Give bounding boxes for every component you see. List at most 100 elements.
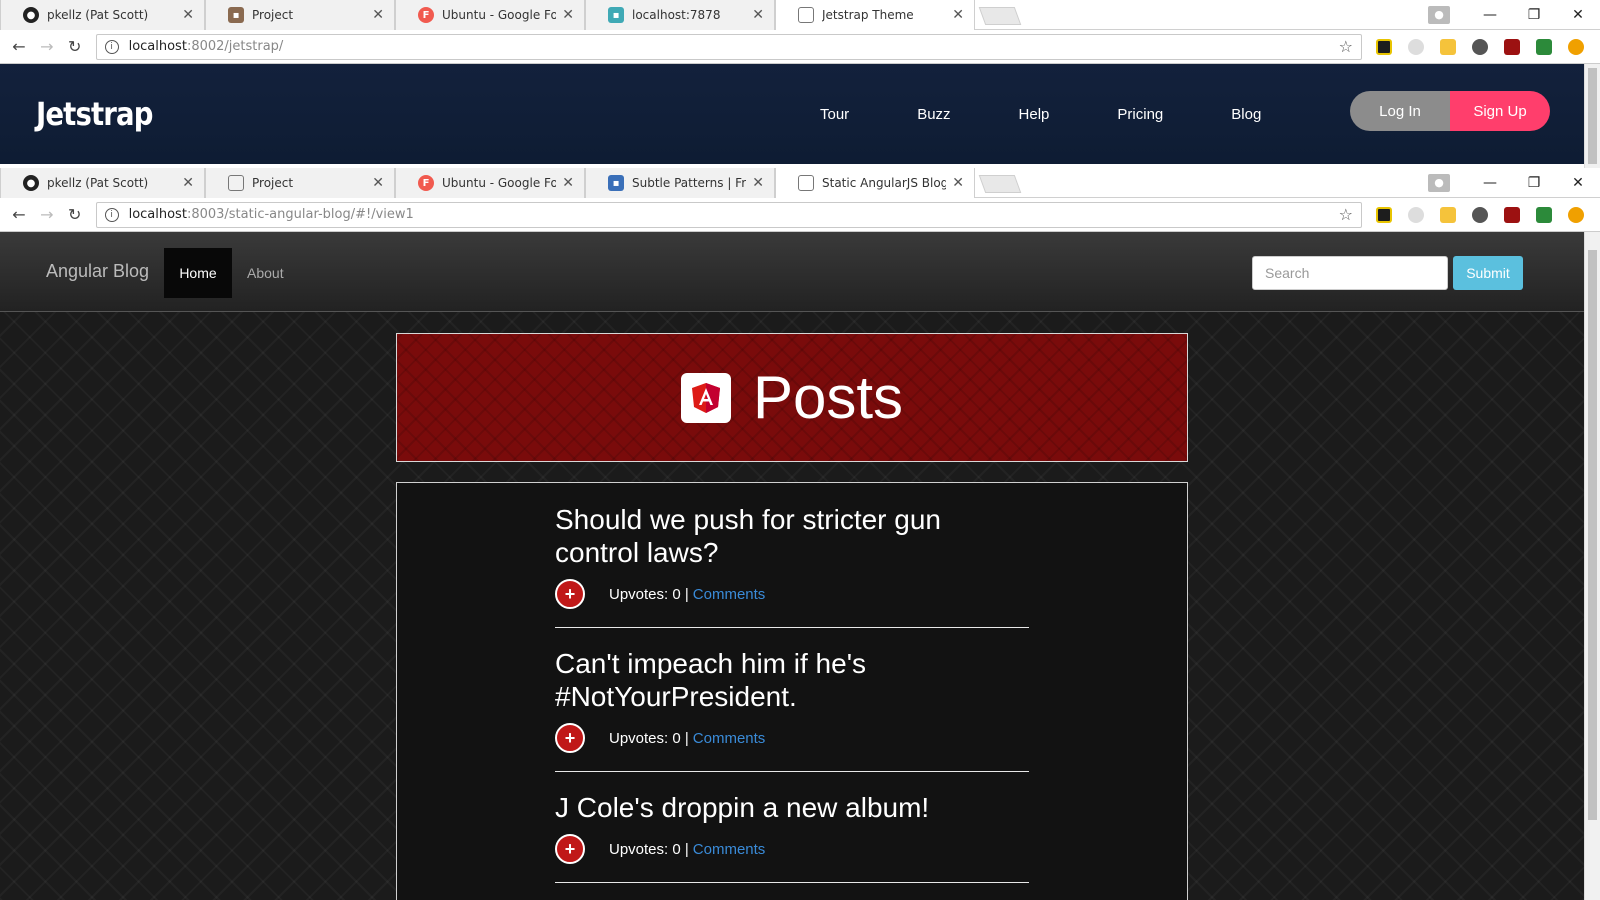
close-tab-icon[interactable]: ✕ [752,175,764,191]
blog-brand[interactable]: Angular Blog [46,261,149,282]
scrollbar[interactable] [1584,232,1600,900]
comments-link[interactable]: Comments [693,586,766,603]
back-arrow-icon[interactable]: ← [8,37,30,56]
tab-subtle-patterns[interactable]: ▪ Subtle Patterns | Free te ✕ [585,168,775,198]
scrollbar-thumb[interactable] [1588,68,1597,164]
post-meta: + Upvotes: 0 | Comments [555,723,1029,753]
user-profile-icon[interactable]: ● [1428,6,1450,24]
address-bar[interactable]: i localhost:8003/static-angular-blog/#!/… [95,201,1362,228]
close-tab-icon[interactable]: ✕ [372,175,384,191]
info-icon[interactable]: i [104,207,119,222]
search-input[interactable]: Search [1252,256,1448,290]
upvote-count: Upvotes: 0 | [609,585,689,603]
blog-navbar: Angular Blog Home About Search Submit [0,232,1584,312]
upvote-count: Upvotes: 0 | [609,729,689,747]
extension-icon[interactable] [1439,38,1456,55]
login-button[interactable]: Log In [1350,91,1450,131]
extension-icon[interactable] [1407,38,1424,55]
extension-icon[interactable] [1407,206,1424,223]
extension-icon[interactable] [1535,38,1552,55]
close-tab-icon[interactable]: ✕ [952,175,964,191]
post-item: J Cole's droppin a new album! + Upvotes:… [555,791,1029,883]
upvote-plus-icon[interactable]: + [555,579,585,609]
close-tab-icon[interactable]: ✕ [562,175,574,191]
jetstrap-logo[interactable]: Jetstrap [36,95,153,133]
user-profile-icon[interactable]: ● [1428,174,1450,192]
nav-blog[interactable]: Blog [1231,106,1261,123]
close-tab-icon[interactable]: ✕ [562,7,574,23]
nav-pricing[interactable]: Pricing [1117,106,1163,123]
info-icon[interactable]: i [104,39,119,54]
tab-project[interactable]: ▪ Project ✕ [205,0,395,30]
tab-github[interactable]: ● pkellz (Pat Scott) ✕ [0,0,205,30]
extension-icon[interactable] [1375,206,1392,223]
nav-home[interactable]: Home [164,248,232,298]
address-bar[interactable]: i localhost:8002/jetstrap/ ☆ [95,33,1362,60]
upvote-plus-icon[interactable]: + [555,834,585,864]
forward-arrow-icon[interactable]: → [36,205,58,224]
tab-strip: ● pkellz (Pat Scott) ✕ ▪ Project ✕ F Ubu… [0,0,1600,30]
tab-static-angular-blog[interactable]: Static AngularJS Blog ✕ [775,168,975,198]
tab-localhost-7878[interactable]: ▪ localhost:7878 ✕ [585,0,775,30]
github-icon: ● [23,175,39,191]
extension-icon[interactable] [1471,38,1488,55]
alert-icon[interactable] [1567,38,1584,55]
tab-jetstrap-theme[interactable]: Jetstrap Theme ✕ [775,0,975,30]
alert-icon[interactable] [1567,206,1584,223]
close-tab-icon[interactable]: ✕ [182,7,194,23]
upvote-count: Upvotes: 0 | [609,840,689,858]
window-controls: ● — ❐ ✕ [1428,168,1600,198]
tab-google-fonts[interactable]: F Ubuntu - Google Fonts ✕ [395,168,585,198]
tab-strip: ● pkellz (Pat Scott) ✕ Project ✕ F Ubunt… [0,168,1600,198]
close-window-icon[interactable]: ✕ [1556,7,1600,23]
minimize-icon[interactable]: — [1468,175,1512,191]
post-title: Can't impeach him if he's #NotYourPresid… [555,648,867,712]
browser-toolbar: ← → ↻ i localhost:8002/jetstrap/ ☆ [0,30,1600,64]
close-tab-icon[interactable]: ✕ [182,175,194,191]
ublock-icon[interactable] [1503,206,1520,223]
subtle-patterns-icon: ▪ [608,175,624,191]
new-tab-button[interactable] [978,7,1022,25]
close-tab-icon[interactable]: ✕ [752,7,764,23]
google-fonts-icon: F [418,175,434,191]
browser-window-angular-blog: ● pkellz (Pat Scott) ✕ Project ✕ F Ubunt… [0,168,1600,900]
back-arrow-icon[interactable]: ← [8,205,30,224]
nav-buzz[interactable]: Buzz [917,106,950,123]
signup-button[interactable]: Sign Up [1450,91,1550,131]
post-item: Can't impeach him if he's #NotYourPresid… [555,647,1029,772]
extension-icon[interactable] [1535,206,1552,223]
close-tab-icon[interactable]: ✕ [372,7,384,23]
tab-project[interactable]: Project ✕ [205,168,395,198]
comments-link[interactable]: Comments [693,841,766,858]
close-tab-icon[interactable]: ✕ [952,7,964,23]
window-controls: ● — ❐ ✕ [1428,0,1600,30]
extension-icon[interactable] [1375,38,1392,55]
post-meta: + Upvotes: 0 | Comments [555,834,1029,864]
minimize-icon[interactable]: — [1468,7,1512,23]
comments-link[interactable]: Comments [693,730,766,747]
bookmark-star-icon[interactable]: ☆ [1339,205,1353,224]
nav-about[interactable]: About [247,265,284,281]
scrollbar[interactable] [1584,64,1600,168]
extensions-bar [1375,206,1600,223]
upvote-plus-icon[interactable]: + [555,723,585,753]
posts-list: Should we push for stricter gun control … [396,482,1188,900]
nav-tour[interactable]: Tour [820,106,849,123]
restore-icon[interactable]: ❐ [1512,7,1556,23]
tab-google-fonts[interactable]: F Ubuntu - Google Fonts ✕ [395,0,585,30]
new-tab-button[interactable] [978,175,1022,193]
extension-icon[interactable] [1439,206,1456,223]
tab-github[interactable]: ● pkellz (Pat Scott) ✕ [0,168,205,198]
close-window-icon[interactable]: ✕ [1556,175,1600,191]
reload-icon[interactable]: ↻ [64,37,86,56]
nav-help[interactable]: Help [1019,106,1050,123]
ublock-icon[interactable] [1503,38,1520,55]
extension-icon[interactable] [1471,206,1488,223]
post-meta: + Upvotes: 0 | Comments [555,579,1029,609]
scrollbar-thumb[interactable] [1588,250,1597,820]
forward-arrow-icon[interactable]: → [36,37,58,56]
restore-icon[interactable]: ❐ [1512,175,1556,191]
submit-button[interactable]: Submit [1453,256,1523,290]
bookmark-star-icon[interactable]: ☆ [1339,37,1353,56]
reload-icon[interactable]: ↻ [64,205,86,224]
